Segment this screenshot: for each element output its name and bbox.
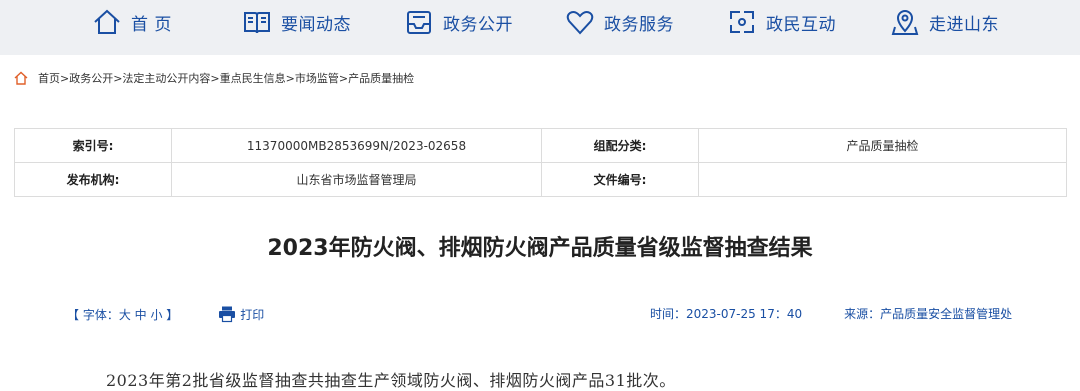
print-button[interactable]: 打印: [218, 305, 264, 323]
doc-no-label: 文件编号:: [541, 162, 699, 197]
heart-icon: [566, 11, 594, 35]
nav-item-label: 政务服务: [604, 14, 674, 35]
inbox-icon: [407, 11, 431, 34]
publish-time: 时间：2023-07-25 17：40: [650, 307, 803, 321]
interact-icon: [730, 11, 754, 33]
home-icon: [94, 9, 120, 34]
index-value: 11370000MB2853699N/2023-02658: [171, 128, 542, 163]
nav-item-label: 政务公开: [443, 14, 513, 35]
nav-item-label: 首 页: [131, 14, 172, 35]
nav-item-label: 要闻动态: [281, 14, 351, 35]
breadcrumb-path[interactable]: 首页>政务公开>法定主动公开内容>重点民生信息>市场监管>产品质量抽检: [38, 70, 414, 86]
home-icon: [14, 71, 28, 85]
nav-item-label: 走进山东: [929, 14, 999, 35]
font-size-control[interactable]: 【 字体：大 中 小 】: [67, 306, 178, 323]
print-label: 打印: [240, 307, 265, 322]
article-body: 2023年第2批省级监督抽查共抽查生产领域防火阀、排烟防火阀产品31批次。: [106, 371, 676, 390]
org-label: 发布机构:: [14, 162, 172, 197]
nav-item-home[interactable]: 首 页: [92, 0, 172, 44]
nav-item-news[interactable]: 要闻动态: [242, 0, 351, 44]
breadcrumb: 首页>政务公开>法定主动公开内容>重点民生信息>市场监管>产品质量抽检: [14, 69, 414, 87]
table-row: 索引号: 11370000MB2853699N/2023-02658 组配分类:…: [14, 128, 1067, 163]
article-tools: 【 字体：大 中 小 】 打印: [67, 305, 264, 323]
map-pin-icon: [891, 10, 919, 35]
nav-item-gov-services[interactable]: 政务服务: [565, 0, 674, 44]
doc-no-value: [698, 162, 1067, 197]
category-value: 产品质量抽检: [698, 128, 1067, 163]
page-title: 2023年防火阀、排烟防火阀产品质量省级监督抽查结果: [267, 236, 813, 261]
index-label: 索引号:: [14, 128, 172, 163]
nav-item-about-shandong[interactable]: 走进山东: [890, 0, 999, 44]
news-book-icon: [244, 12, 270, 34]
org-value: 山东省市场监督管理局: [171, 162, 542, 197]
document-meta-table: 索引号: 11370000MB2853699N/2023-02658 组配分类:…: [14, 128, 1067, 197]
printer-icon: [219, 306, 236, 323]
article-source: 来源：产品质量安全监督管理处: [844, 307, 1013, 321]
top-navigation: 首 页 要闻动态 政务公开 政务服务 政民互动 走进山东: [0, 0, 1080, 55]
table-row: 发布机构: 山东省市场监督管理局 文件编号:: [14, 162, 1067, 197]
nav-item-interaction[interactable]: 政民互动: [727, 0, 836, 44]
nav-item-label: 政民互动: [766, 14, 836, 35]
nav-item-gov-affairs[interactable]: 政务公开: [404, 0, 513, 44]
category-label: 组配分类:: [541, 128, 699, 163]
article-info: 时间：2023-07-25 17：40 来源：产品质量安全监督管理处: [650, 305, 1012, 322]
